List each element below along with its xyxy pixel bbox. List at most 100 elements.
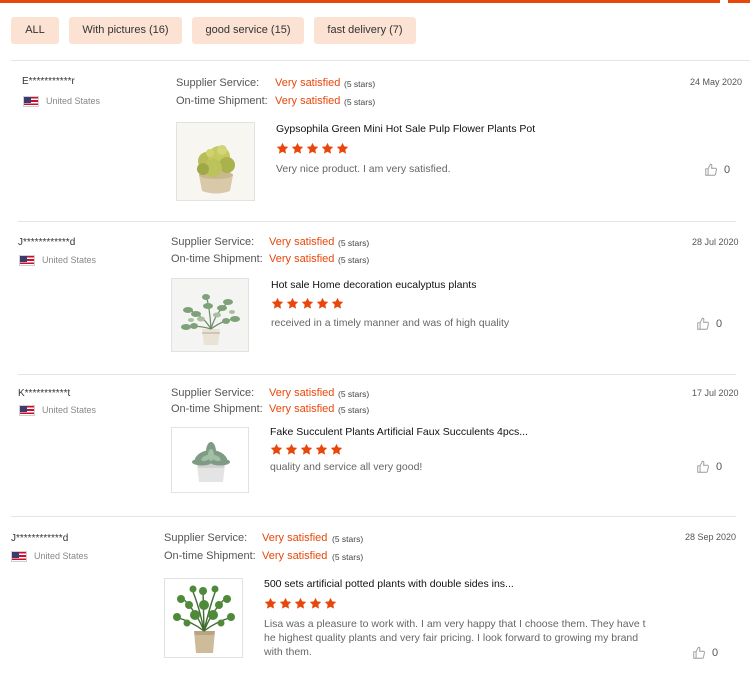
- shipment-value: Very satisfied: [269, 253, 335, 265]
- star-icon: [270, 443, 283, 455]
- shipment-label: On-time Shipment:: [176, 95, 268, 107]
- star-icon: [315, 443, 328, 455]
- reviewer-name: J************d: [11, 533, 69, 544]
- supplier-service-value: Very satisfied: [262, 532, 328, 544]
- rating-stars: [264, 597, 337, 610]
- product-title[interactable]: Gypsophila Green Mini Hot Sale Pulp Flow…: [276, 123, 535, 135]
- supplier-service-value: Very satisfied: [275, 77, 341, 89]
- divider: [18, 221, 736, 222]
- helpful-like-button[interactable]: 0: [696, 317, 722, 331]
- product-thumbnail[interactable]: [171, 427, 249, 493]
- supplier-service-label: Supplier Service:: [176, 77, 260, 89]
- star-icon: [330, 443, 343, 455]
- succulent-plant-image: [172, 428, 248, 492]
- helpful-like-button[interactable]: 0: [696, 460, 722, 474]
- filter-good-service[interactable]: good service (15): [192, 17, 304, 44]
- review-date: 28 Jul 2020: [692, 237, 739, 247]
- thumbs-up-icon: [697, 460, 709, 473]
- product-thumbnail[interactable]: [171, 278, 249, 352]
- like-count: 0: [712, 647, 719, 659]
- reviewer-name: E***********r: [22, 76, 75, 87]
- reviewer-country: United States: [34, 551, 89, 561]
- star-icon: [309, 597, 322, 609]
- supplier-service-stars: (5 stars): [338, 238, 370, 248]
- thumbs-up-icon: [705, 163, 717, 176]
- supplier-service-value: Very satisfied: [269, 236, 335, 248]
- thumbs-up-icon: [693, 646, 705, 659]
- filter-fast-delivery[interactable]: fast delivery (7): [314, 17, 416, 44]
- top-accent-bar: [0, 0, 750, 3]
- supplier-service-stars: (5 stars): [344, 79, 376, 89]
- shipment-label: On-time Shipment:: [171, 403, 263, 415]
- star-icon: [285, 443, 298, 455]
- helpful-like-button[interactable]: 0: [704, 163, 730, 177]
- reviewer-name: J************d: [18, 237, 76, 248]
- product-thumbnail[interactable]: [164, 578, 243, 658]
- us-flag-icon: [19, 405, 35, 416]
- star-icon: [336, 142, 349, 154]
- supplier-service-label: Supplier Service:: [164, 532, 248, 544]
- review-date: 24 May 2020: [690, 77, 743, 87]
- review-date: 28 Sep 2020: [685, 532, 737, 542]
- star-icon: [306, 142, 319, 154]
- product-title[interactable]: Fake Succulent Plants Artificial Faux Su…: [270, 426, 528, 438]
- divider: [18, 374, 736, 375]
- star-icon: [264, 597, 277, 609]
- review-date: 17 Jul 2020: [692, 388, 739, 398]
- rating-stars: [270, 443, 343, 456]
- shipment-stars: (5 stars): [338, 405, 370, 415]
- star-icon: [316, 297, 329, 309]
- star-icon: [301, 297, 314, 309]
- eucalyptus-plant-image: [172, 279, 248, 351]
- potted-grass-plant-image: [165, 579, 242, 657]
- filter-all[interactable]: ALL: [11, 17, 59, 44]
- review-text: Very nice product. I am very satisfied.: [276, 163, 451, 175]
- shipment-stars: (5 stars): [344, 97, 376, 107]
- shipment-stars: (5 stars): [338, 255, 370, 265]
- gypsophila-plant-image: [177, 123, 254, 200]
- review-text: quality and service all very good!: [270, 461, 423, 473]
- like-count: 0: [716, 318, 723, 330]
- star-icon: [271, 297, 284, 309]
- thumbs-up-icon: [697, 317, 709, 330]
- star-icon: [331, 297, 344, 309]
- review-text: received in a timely manner and was of h…: [271, 317, 510, 329]
- reviewer-country: United States: [42, 405, 97, 415]
- like-count: 0: [716, 461, 723, 473]
- supplier-service-label: Supplier Service:: [171, 236, 255, 248]
- star-icon: [286, 297, 299, 309]
- product-thumbnail[interactable]: [176, 122, 255, 201]
- supplier-service-value: Very satisfied: [269, 387, 335, 399]
- product-title[interactable]: 500 sets artificial potted plants with d…: [264, 578, 514, 590]
- shipment-value: Very satisfied: [262, 550, 328, 562]
- star-icon: [294, 597, 307, 609]
- filter-with-pictures[interactable]: With pictures (16): [69, 17, 182, 44]
- us-flag-icon: [23, 96, 39, 107]
- star-icon: [279, 597, 292, 609]
- shipment-label: On-time Shipment:: [171, 253, 263, 265]
- rating-stars: [271, 297, 344, 310]
- supplier-service-stars: (5 stars): [332, 534, 364, 544]
- shipment-label: On-time Shipment:: [164, 550, 256, 562]
- review-filter-bar: ALL With pictures (16) good service (15)…: [11, 17, 416, 44]
- divider: [11, 516, 736, 517]
- supplier-service-label: Supplier Service:: [171, 387, 255, 399]
- product-title[interactable]: Hot sale Home decoration eucalyptus plan…: [271, 279, 476, 291]
- reviewer-country: United States: [46, 96, 101, 106]
- us-flag-icon: [11, 551, 27, 562]
- helpful-like-button[interactable]: 0: [692, 646, 718, 660]
- shipment-stars: (5 stars): [332, 552, 364, 562]
- star-icon: [321, 142, 334, 154]
- review-text: Lisa was a pleasure to work with. I am v…: [264, 618, 646, 658]
- reviewer-country: United States: [42, 255, 97, 265]
- star-icon: [291, 142, 304, 154]
- star-icon: [300, 443, 313, 455]
- star-icon: [276, 142, 289, 154]
- divider: [11, 60, 750, 61]
- shipment-value: Very satisfied: [269, 403, 335, 415]
- star-icon: [324, 597, 337, 609]
- reviewer-name: K***********t: [18, 388, 71, 399]
- us-flag-icon: [19, 255, 35, 266]
- shipment-value: Very satisfied: [275, 95, 341, 107]
- rating-stars: [276, 142, 349, 155]
